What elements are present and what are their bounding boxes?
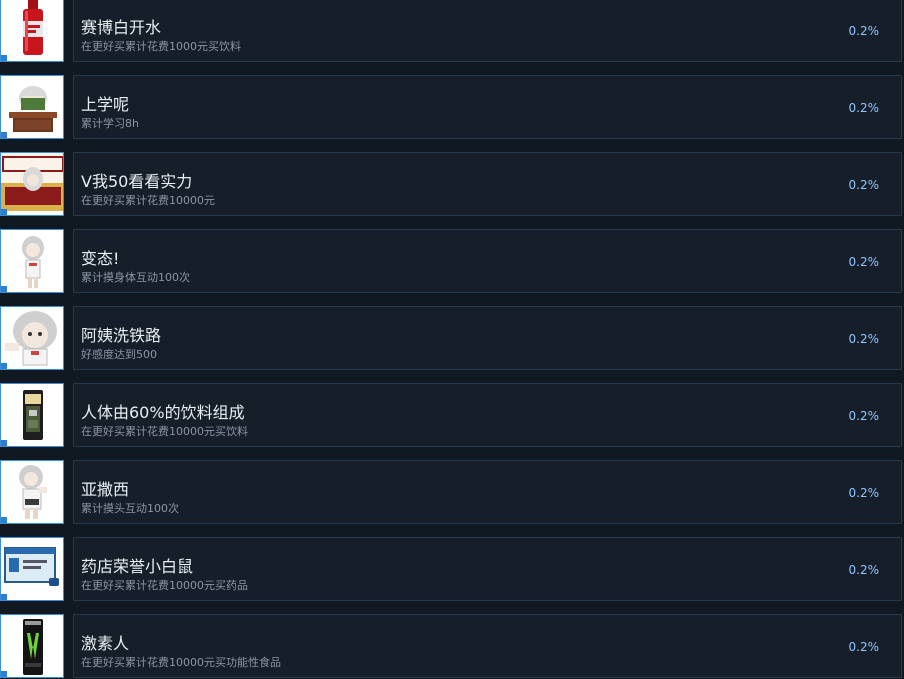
anime-girl-icon: [0, 460, 64, 524]
anime-girl-icon: [0, 229, 64, 293]
achievement-row[interactable]: 人体由60%的饮料组成 在更好买累计花费10000元买饮料 0.2%: [0, 383, 904, 449]
achievement-card: 阿姨洗铁路 好感度达到500 0.2%: [73, 306, 902, 370]
achievement-title: 变态!: [81, 249, 120, 268]
soda-bottle-icon: [0, 0, 64, 62]
achievement-card: 激素人 在更好买累计花费10000元买功能性食品 0.2%: [73, 614, 902, 678]
study-desk-icon: [0, 75, 64, 139]
achievement-title: 上学呢: [81, 95, 130, 114]
achievement-percent: 0.2%: [848, 640, 880, 654]
achievement-percent: 0.2%: [848, 255, 880, 269]
achievement-card: 变态! 累计摸身体互动100次 0.2%: [73, 229, 902, 293]
achievement-title: 人体由60%的饮料组成: [81, 403, 245, 422]
achievement-description: 累计摸头互动100次: [81, 502, 179, 515]
achievement-list: 赛博白开水 在更好买累计花费1000元买饮料 0.2% 上学呢 累计学习8h 0…: [0, 0, 904, 679]
better-buy-icon: [0, 152, 64, 216]
achievement-row[interactable]: 变态! 累计摸身体互动100次 0.2%: [0, 229, 904, 295]
achievement-percent: 0.2%: [848, 178, 880, 192]
achievement-percent: 0.2%: [848, 486, 880, 500]
achievement-card: 人体由60%的饮料组成 在更好买累计花费10000元买饮料 0.2%: [73, 383, 902, 447]
achievement-title: V我50看看实力: [81, 172, 193, 191]
achievement-card: 药店荣誉小白鼠 在更好买累计花费10000元买药品 0.2%: [73, 537, 902, 601]
achievement-percent: 0.2%: [848, 24, 880, 38]
achievement-title: 阿姨洗铁路: [81, 326, 162, 345]
pharmacy-card-icon: [0, 537, 64, 601]
achievement-card: V我50看看实力 在更好买累计花费10000元 0.2%: [73, 152, 902, 216]
achievement-description: 在更好买累计花费10000元买饮料: [81, 425, 248, 438]
energy-drink-icon: [0, 614, 64, 678]
achievement-description: 在更好买累计花费10000元买药品: [81, 579, 248, 592]
achievement-percent: 0.2%: [848, 101, 880, 115]
achievement-row[interactable]: V我50看看实力 在更好买累计花费10000元 0.2%: [0, 152, 904, 218]
achievement-description: 在更好买累计花费1000元买饮料: [81, 40, 241, 53]
achievement-description: 累计摸身体互动100次: [81, 271, 190, 284]
achievement-description: 在更好买累计花费10000元: [81, 194, 215, 207]
achievement-row[interactable]: 激素人 在更好买累计花费10000元买功能性食品 0.2%: [0, 614, 904, 679]
drink-can-icon: [0, 383, 64, 447]
achievement-description: 在更好买累计花费10000元买功能性食品: [81, 656, 281, 669]
achievement-title: 激素人: [81, 634, 130, 653]
anime-girl-face-icon: [0, 306, 64, 370]
achievement-card: 亚撒西 累计摸头互动100次 0.2%: [73, 460, 902, 524]
achievement-percent: 0.2%: [848, 409, 880, 423]
achievement-row[interactable]: 亚撒西 累计摸头互动100次 0.2%: [0, 460, 904, 526]
achievement-title: 赛博白开水: [81, 18, 162, 37]
achievement-row[interactable]: 阿姨洗铁路 好感度达到500 0.2%: [0, 306, 904, 372]
achievement-card: 赛博白开水 在更好买累计花费1000元买饮料 0.2%: [73, 0, 902, 62]
achievement-title: 药店荣誉小白鼠: [81, 557, 194, 576]
achievement-row[interactable]: 上学呢 累计学习8h 0.2%: [0, 75, 904, 141]
achievement-percent: 0.2%: [848, 563, 880, 577]
achievement-description: 累计学习8h: [81, 117, 139, 130]
achievement-description: 好感度达到500: [81, 348, 157, 361]
achievement-row[interactable]: 赛博白开水 在更好买累计花费1000元买饮料 0.2%: [0, 0, 904, 64]
achievement-card: 上学呢 累计学习8h 0.2%: [73, 75, 902, 139]
achievement-row[interactable]: 药店荣誉小白鼠 在更好买累计花费10000元买药品 0.2%: [0, 537, 904, 603]
achievement-title: 亚撒西: [81, 480, 130, 499]
achievement-percent: 0.2%: [848, 332, 880, 346]
